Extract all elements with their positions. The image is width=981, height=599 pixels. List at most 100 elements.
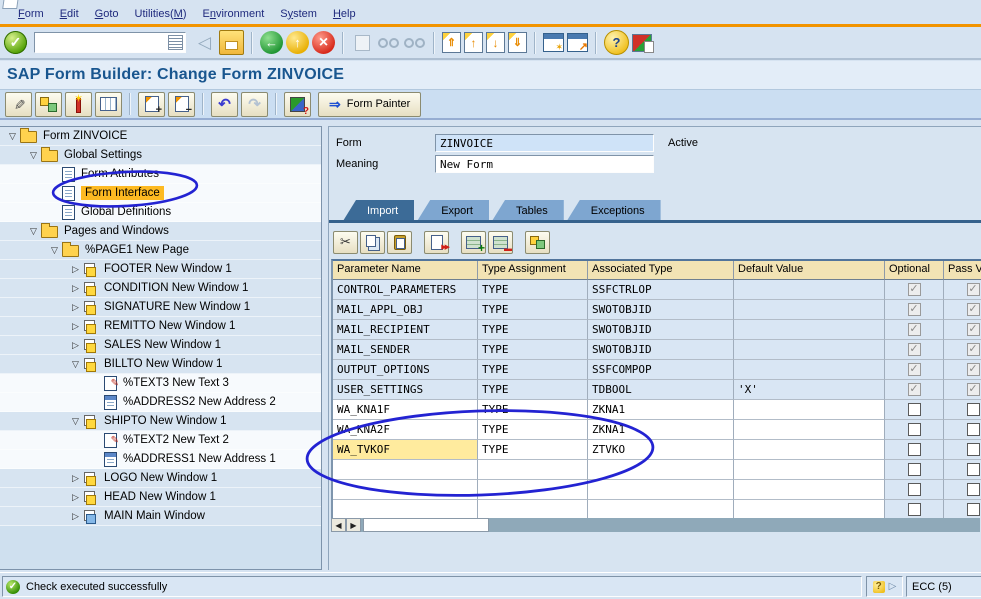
cell-associated[interactable]: SWOTOBJID (588, 320, 734, 340)
hierarchy-icon[interactable] (525, 230, 550, 254)
cell-parameter[interactable]: WA_KNA1F (333, 400, 478, 420)
create-shortcut-icon[interactable] (567, 33, 588, 53)
menu-item-form[interactable]: Form (10, 6, 52, 22)
tree-item[interactable]: ▽ Pages and Windows (0, 222, 321, 241)
optional-checkbox[interactable] (907, 503, 921, 516)
optional-checkbox[interactable] (907, 323, 921, 336)
optional-checkbox[interactable] (907, 283, 921, 296)
cell-associated[interactable]: SWOTOBJID (588, 300, 734, 320)
expander-expanded-icon[interactable]: ▽ (47, 245, 62, 256)
expander-collapsed-icon[interactable]: ▷ (68, 283, 83, 294)
cell-default[interactable] (734, 400, 885, 420)
expander-collapsed-icon[interactable]: ▷ (68, 511, 83, 522)
expander-collapsed-icon[interactable]: ▷ (68, 321, 83, 332)
expander-expanded-icon[interactable]: ▽ (26, 226, 41, 237)
find-icon[interactable] (377, 31, 400, 54)
tree-item[interactable]: Form Interface (0, 184, 321, 203)
cell-type[interactable]: TYPE (478, 380, 588, 400)
cell-type[interactable]: TYPE (478, 420, 588, 440)
next-page-icon[interactable] (486, 32, 505, 53)
expander-collapsed-icon[interactable]: ▷ (68, 492, 83, 503)
cell-parameter[interactable]: WA_KNA2F (333, 420, 478, 440)
copy-icon[interactable] (360, 230, 385, 254)
cell-associated[interactable]: SSFCTRLOP (588, 280, 734, 300)
structure-icon[interactable] (35, 91, 62, 117)
cell-default[interactable] (734, 340, 885, 360)
cell-parameter[interactable] (333, 460, 478, 480)
optional-checkbox[interactable] (907, 463, 921, 476)
tree-item[interactable]: ▽ %PAGE1 New Page (0, 241, 321, 260)
cell-default[interactable] (734, 420, 885, 440)
help-question-icon[interactable]: ? (872, 580, 885, 593)
last-page-icon[interactable] (508, 32, 527, 53)
form-name-field[interactable]: ZINVOICE (435, 134, 654, 152)
cell-associated[interactable] (588, 460, 734, 480)
check-icon[interactable] (65, 91, 92, 117)
cell-parameter[interactable]: MAIL_RECIPIENT (333, 320, 478, 340)
pass-checkbox[interactable] (966, 403, 980, 416)
cell-type[interactable]: TYPE (478, 280, 588, 300)
pass-checkbox[interactable] (966, 423, 980, 436)
cell-default[interactable] (734, 320, 885, 340)
save-icon[interactable] (219, 30, 244, 55)
cell-type[interactable]: TYPE (478, 340, 588, 360)
cancel-icon[interactable] (312, 31, 335, 54)
cell-type[interactable] (478, 480, 588, 500)
delete-row-icon[interactable] (488, 230, 513, 254)
tree-item[interactable]: ▷ SIGNATURE New Window 1 (0, 298, 321, 317)
first-page-icon[interactable] (442, 32, 461, 53)
tree-item[interactable]: ▷ MAIN Main Window (0, 507, 321, 526)
cell-type[interactable]: TYPE (478, 360, 588, 380)
cell-parameter[interactable]: USER_SETTINGS (333, 380, 478, 400)
menu-item-goto[interactable]: Goto (87, 6, 127, 22)
cell-associated[interactable]: TDBOOL (588, 380, 734, 400)
cell-type[interactable]: TYPE (478, 440, 588, 460)
nav-back-icon[interactable] (260, 31, 283, 54)
expander-expanded-icon[interactable]: ▽ (68, 416, 83, 427)
undo-icon[interactable] (211, 91, 238, 117)
nav-exit-icon[interactable] (286, 31, 309, 54)
pass-checkbox[interactable] (966, 443, 980, 456)
meaning-field[interactable]: New Form (435, 155, 654, 173)
expander-collapsed-icon[interactable]: ▷ (68, 264, 83, 275)
optional-checkbox[interactable] (907, 363, 921, 376)
tree-item[interactable]: ▽ BILLTO New Window 1 (0, 355, 321, 374)
optional-checkbox[interactable] (907, 303, 921, 316)
append-rows-icon[interactable] (424, 230, 449, 254)
cell-default[interactable] (734, 300, 885, 320)
redo-icon[interactable] (241, 91, 268, 117)
tree-item[interactable]: %ADDRESS1 New Address 1 (0, 450, 321, 469)
table-settings-icon[interactable] (95, 91, 122, 117)
menu-item-utilitiesm[interactable]: Utilities(M) (127, 6, 195, 22)
cell-associated[interactable] (588, 480, 734, 500)
pass-checkbox[interactable] (966, 323, 980, 336)
expander-expanded-icon[interactable]: ▽ (68, 359, 83, 370)
cell-type[interactable] (478, 460, 588, 480)
cell-parameter[interactable] (333, 500, 478, 518)
cell-default[interactable] (734, 280, 885, 300)
pass-checkbox[interactable] (966, 483, 980, 496)
tree-item[interactable]: ▷ LOGO New Window 1 (0, 469, 321, 488)
back-icon[interactable] (193, 31, 216, 54)
tree-item[interactable]: %ADDRESS2 New Address 2 (0, 393, 321, 412)
menu-item-system[interactable]: System (272, 6, 325, 22)
graphic-settings-icon[interactable] (284, 91, 311, 117)
cell-type[interactable] (478, 500, 588, 518)
print-icon[interactable] (351, 31, 374, 54)
cell-type[interactable]: TYPE (478, 400, 588, 420)
play-icon[interactable]: ▷ (889, 581, 897, 592)
pass-checkbox[interactable] (966, 503, 980, 516)
cell-default[interactable]: 'X' (734, 380, 885, 400)
expander-collapsed-icon[interactable]: ▷ (68, 340, 83, 351)
tree-item[interactable]: ▷ SALES New Window 1 (0, 336, 321, 355)
pass-checkbox[interactable] (966, 303, 980, 316)
help-icon[interactable] (604, 30, 629, 55)
pass-checkbox[interactable] (966, 283, 980, 296)
expander-expanded-icon[interactable]: ▽ (5, 131, 20, 142)
scroll-left-button[interactable]: ◀ (331, 518, 346, 532)
new-session-icon[interactable] (543, 33, 564, 53)
cell-associated[interactable]: ZTVKO (588, 440, 734, 460)
scrollbar-thumb[interactable] (363, 518, 489, 532)
tree-item[interactable]: ▽ Form ZINVOICE (0, 127, 321, 146)
cell-associated[interactable]: ZKNA1 (588, 400, 734, 420)
